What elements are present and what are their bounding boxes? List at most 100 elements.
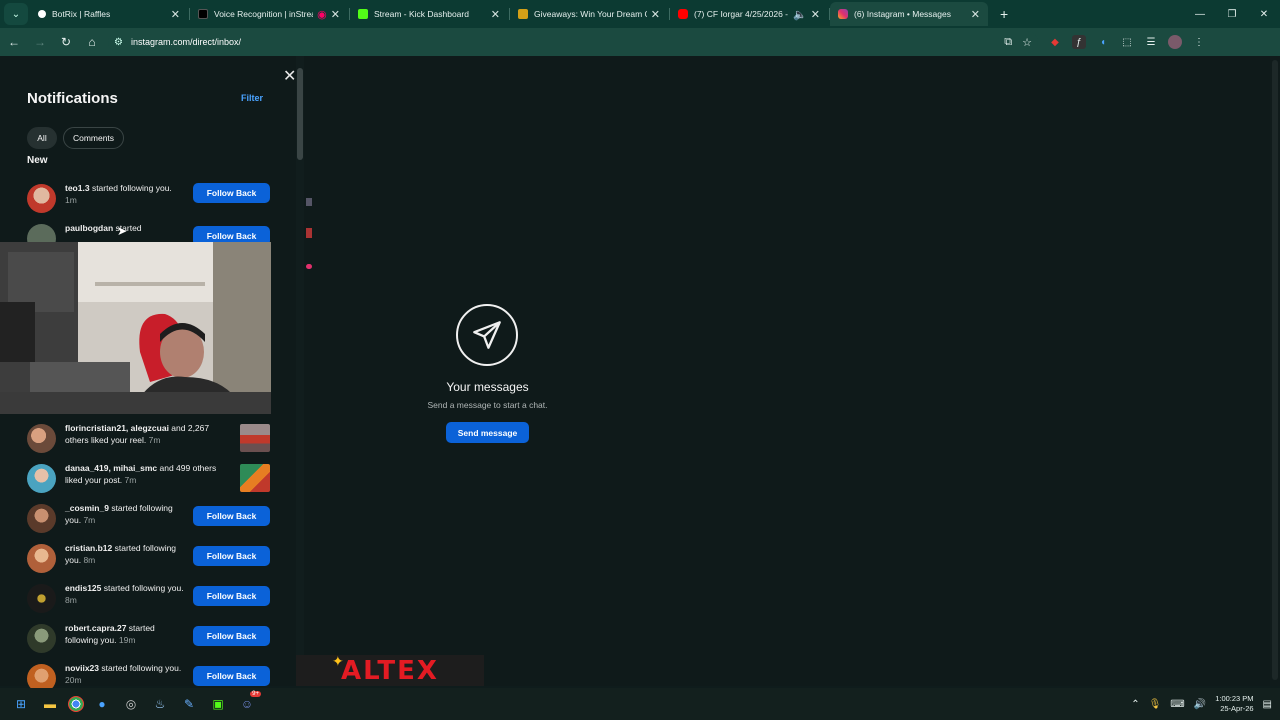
follow-back-button[interactable]: Follow Back — [193, 546, 270, 566]
address-bar[interactable]: ⚙ instagram.com/direct/inbox/ ⧉ ☆ — [108, 31, 1038, 53]
extension-script-icon[interactable]: ƒ — [1072, 35, 1086, 49]
bookmark-star-icon[interactable]: ☆ — [1022, 36, 1032, 49]
tab-close-icon[interactable]: ✕ — [971, 8, 980, 21]
browser-blue-icon[interactable]: ● — [91, 693, 113, 715]
page-scroll-thumb[interactable] — [1272, 60, 1278, 680]
avatar[interactable] — [27, 424, 56, 453]
filter-link[interactable]: Filter — [241, 93, 263, 103]
notification-item[interactable]: teo1.3 started following you. 1m Follow B… — [27, 182, 271, 218]
follow-back-button[interactable]: Follow Back — [193, 586, 270, 606]
tab-title: Giveaways: Win Your Dream CS — [534, 9, 647, 19]
username[interactable]: endis125 — [65, 583, 101, 593]
tab-giveaways[interactable]: Giveaways: Win Your Dream CS ✕ — [509, 2, 668, 26]
avatar[interactable] — [27, 624, 56, 653]
follow-back-button[interactable]: Follow Back — [193, 626, 270, 646]
panel-scrollbar[interactable] — [296, 56, 304, 686]
avatar[interactable] — [27, 184, 56, 213]
username[interactable]: paulbogdan — [65, 223, 113, 233]
notification-item[interactable]: endis125 started following you. 8m Follo… — [27, 582, 271, 618]
tab-kick-dashboard[interactable]: Stream - Kick Dashboard ✕ — [349, 2, 508, 26]
chip-comments[interactable]: Comments — [63, 127, 124, 149]
chip-all[interactable]: All — [27, 127, 57, 149]
extension-audio-icon[interactable]: ◖ — [1096, 35, 1110, 49]
volume-icon[interactable]: 🔊 — [1194, 699, 1206, 710]
partial-sidebar-strip — [304, 188, 314, 278]
extension-red-icon[interactable]: ◆ — [1048, 35, 1062, 49]
tab-voice-recognition[interactable]: Voice Recognition | inStrea ◉ ✕ — [189, 2, 348, 26]
app-green-icon[interactable]: ▣ — [207, 693, 229, 715]
tab-close-icon[interactable]: ✕ — [331, 8, 340, 21]
browser-menu-icon[interactable]: ⋮ — [1192, 35, 1206, 49]
chrome-icon[interactable] — [68, 696, 84, 712]
tab-close-icon[interactable]: ✕ — [651, 8, 660, 21]
avatar[interactable] — [27, 584, 56, 613]
browser-tab-strip: ⌄ BotRix | Raffles ✕ Voice Recognition |… — [0, 0, 1280, 28]
send-message-button[interactable]: Send message — [446, 422, 529, 443]
page-scrollbar[interactable] — [1270, 56, 1280, 686]
username[interactable]: noviix23 — [65, 663, 99, 673]
tab-search-button[interactable]: ⌄ — [4, 3, 28, 25]
follow-back-button[interactable]: Follow Back — [193, 506, 270, 526]
youtube-icon — [678, 9, 688, 19]
notification-item[interactable]: cristian.b12 started following you. 8m F… — [27, 542, 271, 578]
messages-subtitle: Send a message to start a chat. — [427, 400, 548, 410]
notepad-icon[interactable]: ✎ — [178, 693, 200, 715]
username[interactable]: _cosmin_9 — [65, 503, 109, 513]
username[interactable]: cristian.b12 — [65, 543, 112, 553]
install-app-icon[interactable]: ⧉ — [1004, 36, 1012, 49]
clock[interactable]: 1:00:23 PM 25-Apr-26 — [1215, 694, 1253, 714]
reload-icon[interactable]: ↻ — [54, 30, 78, 54]
notifications-title: Notifications — [27, 90, 118, 107]
close-window-icon[interactable]: ✕ — [1248, 0, 1280, 28]
tab-youtube[interactable]: (7) CF Iorgar 4/25/2026 - Yo 🔈 ✕ — [669, 2, 828, 26]
network-icon[interactable]: ⌨ — [1170, 699, 1184, 710]
restore-icon[interactable]: ❐ — [1216, 0, 1248, 28]
username[interactable]: robert.capra.27 — [65, 623, 126, 633]
forward-icon[interactable]: → — [28, 30, 52, 54]
notification-item[interactable]: _cosmin_9 started following you. 7m Foll… — [27, 502, 271, 538]
steam-icon[interactable]: ♨ — [149, 693, 171, 715]
follow-back-button[interactable]: Follow Back — [193, 183, 270, 203]
new-tab-icon[interactable]: + — [1000, 6, 1008, 22]
chevron-up-icon[interactable]: ⌃ — [1131, 699, 1139, 710]
minimize-icon[interactable]: — — [1184, 0, 1216, 28]
tab-close-icon[interactable]: ✕ — [171, 8, 180, 21]
file-explorer-icon[interactable]: ▬ — [39, 693, 61, 715]
site-info-icon[interactable]: ⚙ — [114, 37, 123, 48]
close-icon[interactable]: ✕ — [283, 66, 296, 86]
tab-close-icon[interactable]: ✕ — [811, 8, 820, 21]
altex-logo-overlay: ✦ ALTEX — [296, 653, 484, 686]
post-thumbnail[interactable] — [240, 464, 270, 492]
tab-botrix[interactable]: BotRix | Raffles ✕ — [30, 2, 188, 26]
avatar[interactable] — [27, 464, 56, 493]
profile-avatar[interactable] — [1168, 35, 1182, 49]
timestamp: 19m — [118, 635, 136, 645]
tab-close-icon[interactable]: ✕ — [491, 8, 500, 21]
timestamp: 8m — [83, 555, 96, 565]
reel-thumbnail[interactable] — [240, 424, 270, 452]
username[interactable]: florincristian21, alegzcuai — [65, 423, 169, 433]
avatar[interactable] — [27, 504, 56, 533]
notifications-bell-icon[interactable]: ▤ — [1263, 699, 1272, 710]
notification-item[interactable]: robert.capra.27 started following you. 1… — [27, 622, 271, 658]
avatar[interactable] — [27, 544, 56, 573]
notification-item[interactable]: danaa_419, mihai_smc and 499 others like… — [27, 462, 271, 498]
discord-icon[interactable]: ☺ 9+ — [236, 691, 261, 715]
notification-text: robert.capra.27 started following you. 1… — [65, 623, 155, 645]
microphone-icon[interactable]: 🎙 — [1149, 699, 1162, 710]
notification-text: endis125 started following you. 8m — [65, 583, 184, 605]
mute-icon[interactable]: 🔈 — [793, 8, 807, 21]
back-icon[interactable]: ← — [2, 30, 26, 54]
windows-start-icon[interactable]: ⊞ — [10, 693, 32, 715]
follow-back-button[interactable]: Follow Back — [193, 666, 270, 686]
obs-icon[interactable]: ◎ — [120, 693, 142, 715]
home-icon[interactable]: ⌂ — [80, 30, 104, 54]
notification-item[interactable]: florincristian21, alegzcuai and 2,267 ot… — [27, 422, 271, 458]
extensions-puzzle-icon[interactable]: ⬚ — [1120, 35, 1134, 49]
username[interactable]: danaa_419, mihai_smc — [65, 463, 157, 473]
tab-instagram-messages[interactable]: (6) Instagram • Messages ✕ — [829, 2, 988, 26]
panel-scroll-thumb[interactable] — [297, 68, 303, 160]
reading-list-icon[interactable]: ☰ — [1144, 35, 1158, 49]
username[interactable]: teo1.3 — [65, 183, 90, 193]
instagram-page: Your messages Send a message to start a … — [0, 56, 1280, 693]
